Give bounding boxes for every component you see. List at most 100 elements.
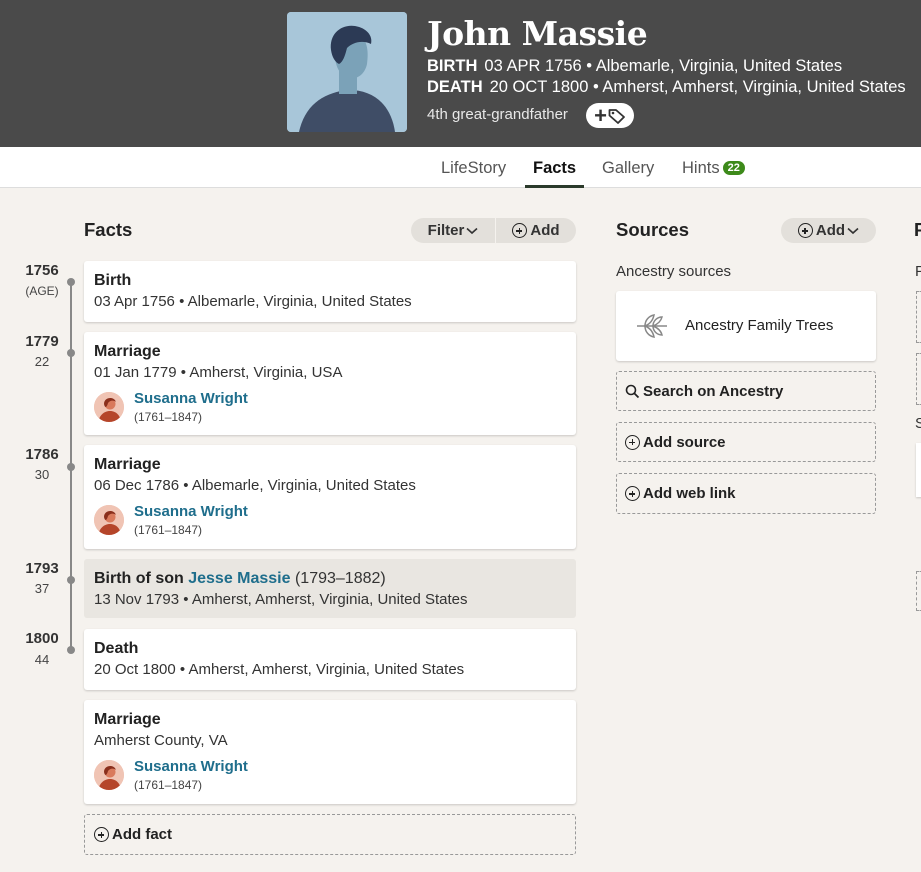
fact-detail: 06 Dec 1786 • Albemarle, Virginia, Unite… — [94, 477, 416, 494]
add-circle-icon — [94, 827, 109, 842]
spouse-link[interactable]: Susanna Wright — [134, 758, 248, 775]
spouse-link[interactable]: Susanna Wright — [134, 503, 248, 520]
tab-lifestory[interactable]: LifeStory — [433, 147, 514, 188]
fact-card-birth-of-son[interactable]: Birth of son Jesse Massie (1793–1882) 13… — [84, 559, 576, 618]
timeline-year: 1793 — [25, 560, 59, 577]
ancestry-family-trees-source[interactable]: Ancestry Family Trees — [616, 291, 876, 361]
clipped-label-p: P — [915, 263, 921, 280]
search-icon — [625, 384, 640, 398]
sources-title: Sources — [616, 219, 690, 240]
fact-title: Death — [94, 640, 139, 657]
timeline-dot — [67, 463, 75, 471]
profile-header: John Massie BIRTH 03 APR 1756 • Albemarle… — [0, 0, 921, 147]
fact-detail: 01 Jan 1779 • Amherst, Virginia, USA — [94, 364, 343, 381]
tab-hints-label: Hints — [682, 159, 720, 177]
add-source-button[interactable]: Add source — [616, 422, 876, 462]
timeline-age: 44 — [34, 652, 50, 667]
timeline-dot — [67, 278, 75, 286]
timeline-year: 1756 — [25, 262, 59, 279]
fact-card-marriage[interactable]: Marriage Amherst County, VA Susanna Wrig… — [84, 700, 576, 804]
female-silhouette-icon — [94, 505, 124, 535]
ancestry-sources-label: Ancestry sources — [616, 263, 732, 280]
fact-title-prefix: Birth of son — [94, 570, 189, 587]
timeline-dot — [67, 576, 75, 584]
tab-facts[interactable]: Facts — [525, 147, 585, 188]
clipped-section-title: F — [914, 219, 921, 240]
clipped-dashed-box[interactable] — [916, 571, 921, 611]
spouse-years: (1761–1847) — [134, 778, 203, 792]
add-tag-button[interactable]: + — [586, 103, 634, 128]
add-label: Add — [530, 222, 560, 239]
death-line: DEATH 20 OCT 1800 • Amherst, Amherst, Vir… — [427, 78, 906, 97]
fact-card-death[interactable]: Death 20 Oct 1800 • Amherst, Amherst, Vi… — [84, 629, 576, 690]
spouse-link[interactable]: Susanna Wright — [134, 390, 248, 407]
chevron-down-icon — [847, 227, 859, 234]
profile-tabs: LifeStory Facts Gallery Hints 22 — [0, 147, 921, 188]
timeline-year: 1786 — [25, 446, 59, 463]
add-circle-icon — [512, 223, 528, 238]
tab-hints[interactable]: Hints 22 — [674, 147, 753, 188]
add-source-menu-button[interactable]: Add — [781, 218, 876, 243]
timeline-age: (AGE) — [25, 284, 59, 298]
fact-card-birth[interactable]: Birth 03 Apr 1756 • Albemarle, Virginia,… — [84, 261, 576, 322]
add-circle-icon — [797, 223, 813, 238]
person-name: John Massie — [427, 14, 648, 53]
fact-detail: 13 Nov 1793 • Amherst, Amherst, Virginia… — [94, 591, 468, 608]
add-web-link-button[interactable]: Add web link — [616, 473, 876, 514]
ancestry-leaf-icon — [637, 314, 667, 338]
birth-line: BIRTH 03 APR 1756 • Albemarle, Virginia, … — [427, 57, 842, 76]
profile-avatar[interactable] — [287, 12, 407, 132]
fact-title: Marriage — [94, 456, 161, 473]
child-link[interactable]: Jesse Massie — [188, 570, 290, 587]
timeline-year: 1779 — [25, 333, 59, 350]
person-silhouette-icon — [287, 12, 407, 132]
add-circle-icon — [625, 434, 640, 450]
death-label: DEATH — [427, 78, 483, 96]
add-fact-top-button[interactable]: Add — [496, 218, 576, 243]
add-source-label: Add source — [643, 433, 726, 451]
add-fact-button[interactable]: Add fact — [84, 814, 576, 855]
birth-label: BIRTH — [427, 57, 478, 75]
spouse-avatar[interactable] — [94, 760, 124, 790]
clipped-dashed-box[interactable] — [916, 291, 921, 343]
clipped-label-s: S — [915, 415, 921, 432]
timeline-year: 1800 — [25, 630, 59, 647]
hints-count-badge: 22 — [722, 161, 745, 175]
fact-card-marriage[interactable]: Marriage 01 Jan 1779 • Amherst, Virginia… — [84, 332, 576, 435]
chevron-down-icon — [466, 227, 478, 234]
fact-detail: 03 Apr 1756 • Albemarle, Virginia, Unite… — [94, 293, 412, 310]
sources-add-label: Add — [815, 222, 846, 239]
fact-detail: 20 Oct 1800 • Amherst, Amherst, Virginia… — [94, 661, 465, 678]
plus-icon: + — [594, 102, 607, 128]
timeline-age: 37 — [34, 581, 50, 596]
timeline-age: 22 — [34, 354, 50, 369]
source-card-label: Ancestry Family Trees — [685, 317, 834, 334]
female-silhouette-icon — [94, 392, 124, 422]
timeline-dot — [67, 349, 75, 357]
child-years: (1793–1882) — [290, 570, 386, 587]
search-on-ancestry-label: Search on Ancestry — [643, 382, 784, 400]
facts-title: Facts — [84, 219, 133, 240]
add-fact-label: Add fact — [112, 826, 172, 843]
tab-gallery[interactable]: Gallery — [594, 147, 662, 188]
filter-label: Filter — [427, 222, 465, 239]
clipped-card[interactable] — [916, 443, 921, 497]
timeline-age: 30 — [34, 467, 50, 482]
female-silhouette-icon — [94, 760, 124, 790]
spouse-avatar[interactable] — [94, 392, 124, 422]
relationship-label: 4th great-grandfather — [427, 106, 568, 123]
filter-button[interactable]: Filter — [411, 218, 495, 243]
spouse-years: (1761–1847) — [134, 523, 203, 537]
fact-title: Birth of son Jesse Massie (1793–1882) — [94, 570, 386, 588]
fact-card-marriage[interactable]: Marriage 06 Dec 1786 • Albemarle, Virgin… — [84, 445, 576, 549]
spouse-avatar[interactable] — [94, 505, 124, 535]
tag-icon — [608, 108, 625, 124]
timeline-dot — [67, 646, 75, 654]
fact-title: Marriage — [94, 711, 161, 728]
search-on-ancestry-button[interactable]: Search on Ancestry — [616, 371, 876, 411]
spouse-years: (1761–1847) — [134, 410, 203, 424]
add-circle-icon — [625, 486, 640, 501]
clipped-dashed-box[interactable] — [916, 353, 921, 405]
fact-title: Marriage — [94, 343, 161, 360]
fact-title: Birth — [94, 272, 132, 289]
